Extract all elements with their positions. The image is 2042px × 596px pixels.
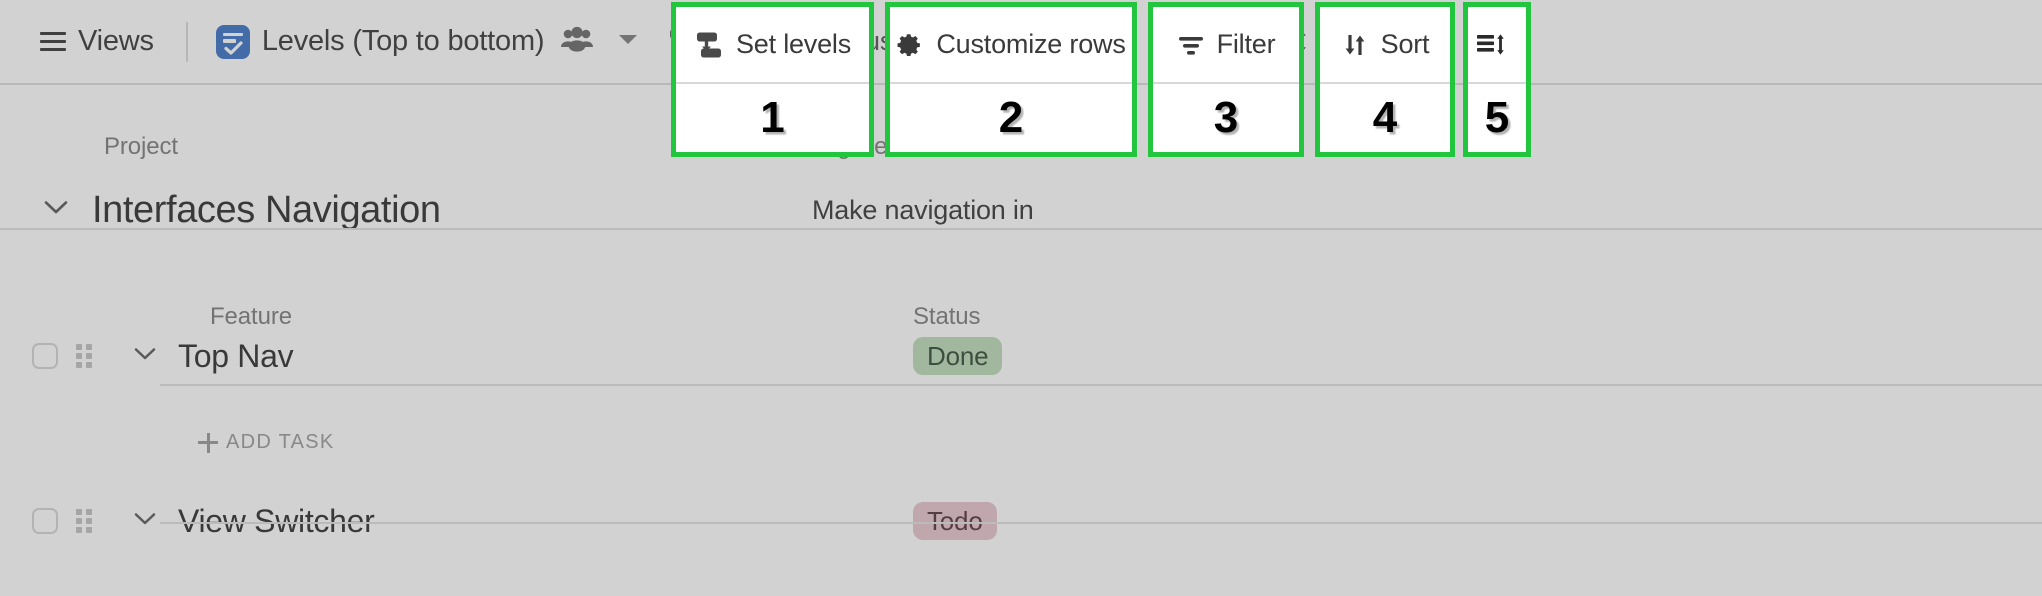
levels-label: Levels (Top to bottom) [261, 25, 545, 57]
sort-label: Sort [1380, 29, 1430, 59]
annotation-box-row-height[interactable]: 5 [1463, 2, 1531, 157]
status-badge[interactable]: Todo [913, 502, 997, 540]
plus-icon [198, 432, 218, 453]
set-levels-button[interactable]: Set levels [676, 7, 869, 84]
row-height-button[interactable] [1468, 7, 1526, 84]
row-height-icon [1476, 32, 1506, 58]
annotation-number: 2 [998, 93, 1024, 142]
row-checkbox[interactable] [32, 508, 58, 534]
row-divider [160, 384, 2042, 386]
sheet-body: Project Tagline Interfaces Navigation Ma… [0, 85, 2042, 596]
levels-selector[interactable]: Levels (Top to bottom) [206, 14, 649, 70]
customize-rows-button[interactable]: Customize rows [890, 7, 1132, 84]
add-task-button[interactable]: ADD TASK [198, 431, 335, 454]
task-title: Top Nav [178, 337, 294, 374]
row-checkbox[interactable] [32, 343, 58, 369]
status-badge[interactable]: Done [913, 337, 1003, 375]
annotation-number: 4 [1372, 93, 1398, 142]
people-group-icon [560, 26, 594, 57]
row-divider [0, 228, 2042, 230]
hamburger-menu-icon [40, 31, 66, 52]
chevron-down-icon[interactable] [44, 200, 68, 220]
annotation-number: 3 [1213, 93, 1239, 142]
project-title: Interfaces Navigation [92, 188, 441, 231]
drag-handle-icon[interactable] [76, 344, 94, 368]
row-divider [160, 522, 2042, 524]
annotation-number: 5 [1484, 93, 1510, 142]
annotation-box-filter[interactable]: Filter 3 [1148, 2, 1304, 157]
table-row[interactable]: View Switcher Todo [0, 490, 2042, 552]
screenshot-root: Views Levels (Top to bottom) Project Int… [0, 0, 2042, 596]
column-header-project: Project [104, 133, 178, 160]
levels-list-check-icon [215, 24, 250, 59]
annotation-box-set-levels[interactable]: Set levels 1 [671, 2, 874, 157]
views-label: Views [78, 25, 154, 57]
filter-label: Filter [1216, 29, 1276, 59]
annotation-box-customize-rows[interactable]: Customize rows 2 [885, 2, 1137, 157]
gear-icon [896, 31, 924, 59]
add-task-label: ADD TASK [226, 431, 335, 453]
annotation-number: 1 [760, 93, 785, 142]
toolbar-divider [185, 21, 188, 62]
sort-arrows-icon [1341, 31, 1369, 59]
chevron-down-icon[interactable] [134, 512, 156, 531]
project-tagline: Make navigation in [812, 194, 1034, 225]
caret-down-icon[interactable] [618, 33, 638, 51]
customize-rows-label: Customize rows [936, 29, 1126, 59]
filter-icon [1177, 33, 1205, 57]
annotation-box-sort[interactable]: Sort 4 [1315, 2, 1455, 157]
filter-button[interactable]: Filter [1153, 7, 1299, 84]
views-button[interactable]: Views [30, 14, 164, 70]
table-row[interactable]: Top Nav Done [0, 325, 2042, 387]
set-levels-icon [694, 30, 724, 60]
chevron-down-icon[interactable] [134, 347, 156, 366]
project-row[interactable]: Interfaces Navigation Make navigation in [0, 173, 2042, 247]
sort-button[interactable]: Sort [1320, 7, 1450, 84]
task-title: View Switcher [178, 502, 375, 539]
set-levels-label: Set levels [735, 29, 852, 59]
drag-handle-icon[interactable] [76, 509, 94, 533]
